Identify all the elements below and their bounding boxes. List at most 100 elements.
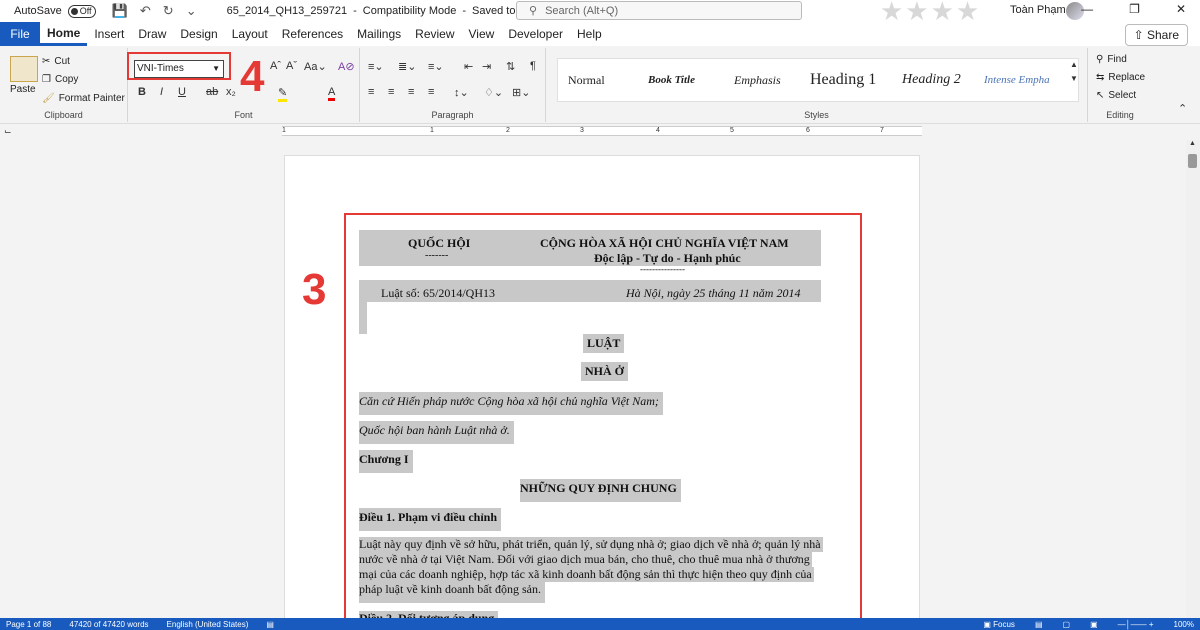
editing-group: ⚲ Find ⇆ Replace ↖ Select Editing — [1088, 48, 1152, 122]
sort-icon[interactable]: ⇅ — [506, 60, 515, 73]
shrink-font-icon[interactable]: Aˇ — [286, 60, 297, 72]
clear-formatting-icon[interactable]: A⊘ — [338, 60, 355, 73]
share-button[interactable]: ⇧ Share — [1124, 24, 1188, 46]
search-box[interactable]: ⚲ Search (Alt+Q) — [516, 1, 802, 20]
web-layout-icon[interactable]: ▣ — [1090, 620, 1098, 629]
subscript-icon[interactable]: x₂ — [226, 86, 236, 98]
ruler-label: 3 — [580, 127, 584, 134]
language[interactable]: English (United States) — [167, 620, 249, 629]
tab-file[interactable]: File — [0, 22, 40, 46]
tab-view[interactable]: View — [462, 22, 502, 46]
styles-scroll-up-icon[interactable]: ▲ — [1070, 60, 1078, 69]
tab-draw[interactable]: Draw — [131, 22, 173, 46]
tab-mailings[interactable]: Mailings — [350, 22, 408, 46]
save-icon[interactable]: 💾 — [112, 3, 128, 19]
undo-icon[interactable]: ↶ — [140, 3, 151, 19]
borders-icon[interactable]: ⊞⌄ — [512, 86, 530, 99]
copy-button[interactable]: ❐ Copy — [42, 74, 78, 85]
tab-developer[interactable]: Developer — [501, 22, 570, 46]
focus-button[interactable]: ▣ Focus — [983, 620, 1015, 629]
justify-icon[interactable]: ≡ — [428, 86, 434, 98]
styles-label: Styles — [804, 110, 829, 120]
scroll-thumb[interactable] — [1188, 154, 1197, 168]
cursor-icon: ↖ — [1096, 90, 1105, 101]
style-book-title[interactable]: Book Title — [638, 74, 724, 86]
read-mode-icon[interactable]: ▤ — [1035, 620, 1043, 629]
restore-icon[interactable]: ❐ — [1129, 2, 1140, 16]
decrease-indent-icon[interactable]: ⇤ — [464, 60, 473, 73]
vertical-scrollbar[interactable]: ▲ — [1186, 140, 1200, 620]
horizontal-ruler[interactable]: 1 1 2 3 4 5 6 7 — [282, 126, 922, 136]
cut-button[interactable]: ✂ Cut — [42, 56, 70, 67]
ruler-label: 7 — [880, 127, 884, 134]
numbering-icon[interactable]: ≣⌄ — [398, 60, 416, 73]
accessibility-icon[interactable]: ▤ — [266, 620, 274, 629]
tab-insert[interactable]: Insert — [87, 22, 131, 46]
style-intense-emphasis[interactable]: Intense Empha — [974, 74, 1060, 86]
ruler-label: 1 — [282, 127, 286, 134]
styles-scroll-down-icon[interactable]: ▼ — [1070, 74, 1078, 83]
tab-references[interactable]: References — [275, 22, 350, 46]
multilevel-list-icon[interactable]: ≡⌄ — [428, 60, 444, 73]
word-count[interactable]: 47420 of 47420 words — [69, 620, 148, 629]
line-spacing-icon[interactable]: ↕⌄ — [454, 86, 469, 99]
close-icon[interactable]: ✕ — [1176, 2, 1186, 16]
grow-font-icon[interactable]: Aˆ — [270, 60, 281, 72]
toggle-state: Off — [79, 6, 92, 16]
shading-icon[interactable]: ♢⌄ — [484, 86, 503, 99]
select-button[interactable]: ↖ Select — [1096, 90, 1136, 101]
bold-button[interactable]: B — [138, 86, 146, 98]
tab-review[interactable]: Review — [408, 22, 461, 46]
strikethrough-icon[interactable]: ab — [206, 86, 218, 98]
tab-design[interactable]: Design — [173, 22, 224, 46]
print-layout-icon[interactable]: ▢ — [1063, 620, 1071, 629]
tab-selector-icon[interactable]: ⌙ — [4, 126, 12, 137]
bullets-icon[interactable]: ≡⌄ — [368, 60, 384, 73]
pilcrow-icon[interactable]: ¶ — [530, 60, 536, 72]
focus-icon: ▣ — [983, 619, 991, 629]
quick-access-toolbar: 💾 ↶ ↻ ⌄ — [112, 3, 197, 19]
styles-gallery: Normal Book Title Emphasis Heading 1 Hea… — [557, 58, 1079, 102]
paste-icon[interactable] — [10, 56, 38, 82]
style-normal[interactable]: Normal — [558, 73, 638, 88]
title-decoration: ★★★★ — [880, 0, 982, 26]
title-bar: AutoSave Off 💾 ↶ ↻ ⌄ 65_2014_QH13_259721… — [0, 0, 1200, 26]
style-emphasis[interactable]: Emphasis — [724, 73, 800, 88]
redo-icon[interactable]: ↻ — [163, 3, 174, 19]
search-placeholder: Search (Alt+Q) — [545, 4, 619, 17]
scroll-up-icon[interactable]: ▲ — [1189, 140, 1196, 147]
ribbon-tabs: File Home Insert Draw Design Layout Refe… — [0, 22, 1200, 46]
align-right-icon[interactable]: ≡ — [408, 86, 414, 98]
zoom-level[interactable]: 100% — [1174, 620, 1194, 629]
font-label: Font — [234, 110, 253, 120]
align-left-icon[interactable]: ≡ — [368, 86, 374, 98]
highlight-icon[interactable]: ✎ — [278, 86, 288, 102]
replace-icon: ⇆ — [1096, 72, 1105, 83]
autosave-toggle[interactable]: Off — [67, 4, 96, 18]
user-name[interactable]: Toàn Phạm — [1010, 4, 1066, 16]
document-highlight — [344, 213, 862, 630]
replace-button[interactable]: ⇆ Replace — [1096, 72, 1145, 83]
customize-qat-icon[interactable]: ⌄ — [186, 3, 197, 19]
font-color-icon[interactable]: A — [328, 86, 336, 101]
change-case-icon[interactable]: Aa⌄ — [304, 60, 327, 73]
page-count[interactable]: Page 1 of 88 — [6, 620, 51, 629]
style-heading-2[interactable]: Heading 2 — [892, 72, 974, 88]
collapse-ribbon-icon[interactable]: ⌃ — [1178, 102, 1187, 115]
format-painter-button[interactable]: 🖌 Format Painter — [42, 93, 125, 104]
style-heading-1[interactable]: Heading 1 — [800, 71, 892, 89]
underline-button[interactable]: U — [178, 86, 186, 98]
tab-layout[interactable]: Layout — [225, 22, 275, 46]
paragraph-group: ≡⌄ ≣⌄ ≡⌄ ⇤ ⇥ ⇅ ¶ ≡ ≡ ≡ ≡ ↕⌄ ♢⌄ ⊞⌄ Paragr… — [360, 48, 546, 122]
tab-help[interactable]: Help — [570, 22, 609, 46]
paste-button[interactable]: Paste — [10, 84, 36, 95]
italic-button[interactable]: I — [160, 86, 163, 98]
increase-indent-icon[interactable]: ⇥ — [482, 60, 491, 73]
annotation-4: 4 — [240, 52, 265, 101]
minimize-icon[interactable]: — — [1081, 2, 1093, 16]
zoom-slider[interactable]: —│—— + — [1118, 620, 1154, 629]
align-center-icon[interactable]: ≡ — [388, 86, 394, 98]
find-button[interactable]: ⚲ Find — [1096, 54, 1127, 65]
file-name: 65_2014_QH13_259721 — [226, 4, 348, 17]
tab-home[interactable]: Home — [40, 22, 88, 46]
